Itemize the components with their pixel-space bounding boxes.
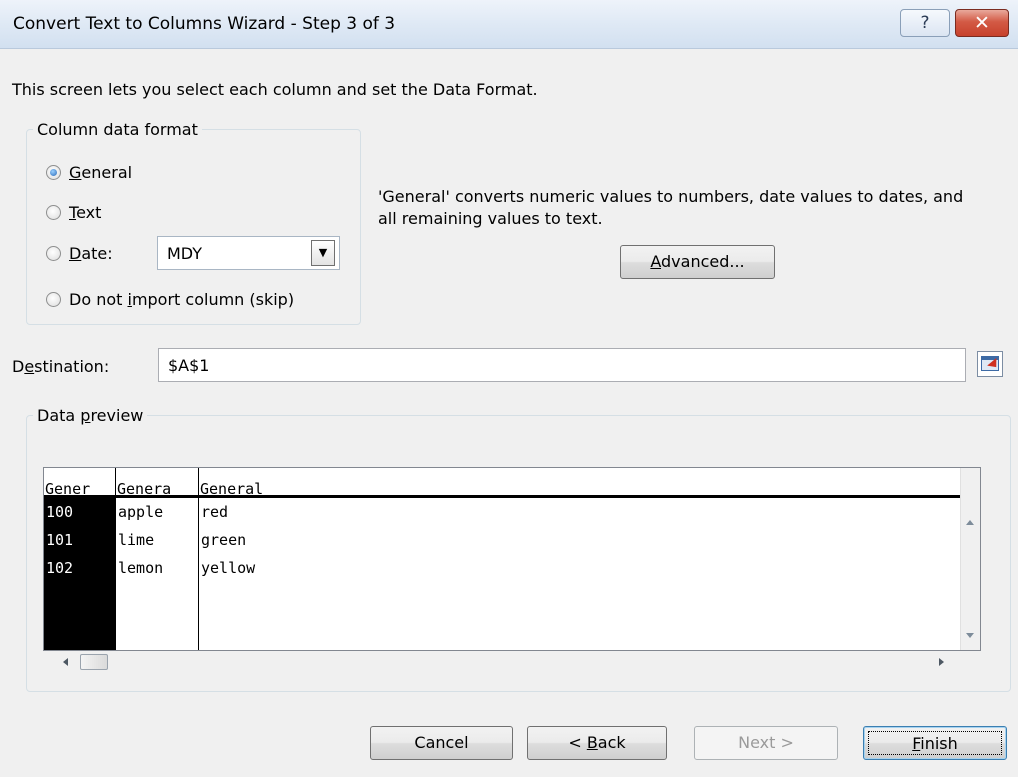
scroll-left-icon[interactable] (63, 658, 68, 666)
back-button[interactable]: < Back (527, 726, 667, 760)
radio-text[interactable]: Text (46, 203, 101, 222)
preview-column-header[interactable]: General (199, 468, 964, 498)
destination-input[interactable]: $A$1 (158, 348, 966, 382)
column-data-format-legend: Column data format (37, 120, 198, 139)
date-format-value: MDY (167, 244, 203, 263)
close-button[interactable]: ✕ (955, 9, 1009, 37)
radio-skip[interactable]: Do not import column (skip) (46, 290, 294, 309)
chevron-down-icon[interactable]: ▼ (311, 240, 335, 266)
range-select-icon[interactable] (977, 351, 1003, 377)
window-title: Convert Text to Columns Wizard - Step 3 … (13, 14, 396, 34)
intro-text: This screen lets you select each column … (12, 80, 538, 99)
radio-skip-indicator[interactable] (46, 292, 61, 307)
radio-text-indicator[interactable] (46, 205, 61, 220)
preview-cell: apple (118, 503, 164, 521)
radio-general-indicator[interactable] (46, 165, 61, 180)
preview-column-1[interactable]: Gener 100 101 102 (44, 468, 115, 650)
preview-column-header[interactable]: Genera (116, 468, 198, 498)
scroll-down-icon[interactable] (966, 633, 974, 638)
preview-cell: green (201, 531, 247, 549)
scroll-thumb[interactable] (80, 654, 108, 670)
close-icon: ✕ (974, 12, 990, 34)
preview-column-3[interactable]: General red green yellow (199, 468, 964, 650)
date-format-select[interactable]: MDY ▼ (157, 236, 340, 270)
preview-cell: 102 (46, 559, 74, 577)
preview-column-2[interactable]: Genera apple lime lemon (115, 468, 199, 650)
preview-cell: 101 (46, 531, 74, 549)
data-preview-legend: Data preview (37, 406, 144, 425)
preview-cell: yellow (201, 559, 256, 577)
preview-cell: lime (118, 531, 155, 549)
cancel-button[interactable]: Cancel (370, 726, 513, 760)
help-icon: ? (920, 13, 930, 33)
title-bar: Convert Text to Columns Wizard - Step 3 … (0, 0, 1018, 49)
help-button[interactable]: ? (900, 9, 950, 37)
radio-date-label: Date: (69, 244, 113, 263)
preview-cell: red (201, 503, 229, 521)
radio-general-label: General (69, 163, 133, 182)
radio-date-indicator[interactable] (46, 246, 61, 261)
preview-column-header[interactable]: Gener (44, 468, 115, 498)
radio-general[interactable]: General (46, 163, 132, 182)
radio-date[interactable]: Date: (46, 244, 113, 263)
next-button[interactable]: Next > (694, 726, 838, 760)
finish-button[interactable]: Finish (863, 726, 1007, 760)
preview-cell: 100 (46, 503, 74, 521)
advanced-button[interactable]: Advanced... (620, 245, 775, 279)
radio-text-label: Text (69, 203, 102, 222)
vertical-scrollbar[interactable] (960, 468, 980, 650)
destination-value: $A$1 (168, 356, 210, 375)
data-preview-grid[interactable]: Gener 100 101 102 Genera apple lime lemo… (43, 467, 981, 651)
scroll-up-icon[interactable] (966, 520, 974, 525)
scroll-right-icon[interactable] (939, 658, 944, 666)
preview-cell: lemon (118, 559, 164, 577)
format-description: 'General' converts numeric values to num… (378, 187, 964, 228)
radio-skip-label: Do not import column (skip) (69, 290, 295, 309)
destination-label: Destination: (12, 357, 110, 376)
finish-focus-ring: Finish (868, 731, 1002, 755)
horizontal-scrollbar[interactable] (43, 651, 962, 673)
